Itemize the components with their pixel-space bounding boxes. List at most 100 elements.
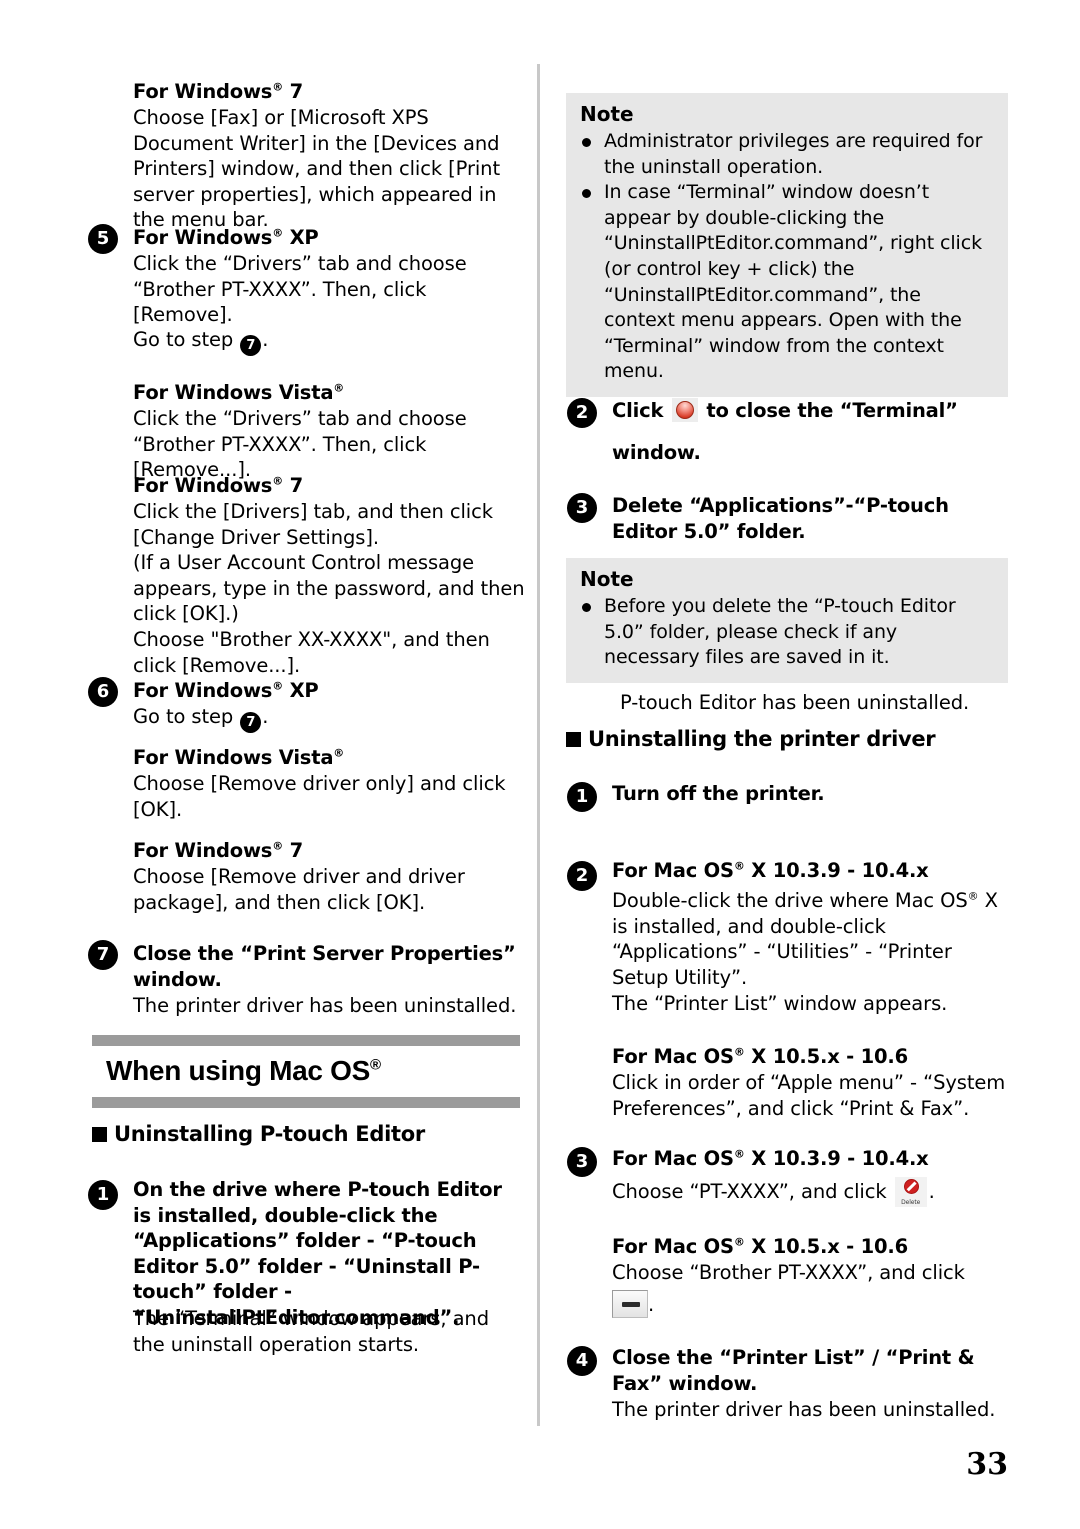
heading-step5-windows-vista: For Windows Vista® xyxy=(133,380,525,406)
heading-mac-step2-line2: window. xyxy=(612,441,701,464)
goto-period: . xyxy=(262,705,269,728)
registered-icon: ® xyxy=(733,859,745,873)
body-mac-step1: The “Terminal” window appears, and the u… xyxy=(133,1307,489,1356)
heading-step6-windows-xp: For Windows® XP xyxy=(133,678,525,704)
step-number-driver-3: 3 xyxy=(567,1147,597,1177)
body-driver-step3-mac-10-3: Choose “PT-XXXX”, and click Delete. xyxy=(612,1177,1008,1207)
step-number-driver-4: 4 xyxy=(567,1346,597,1376)
heading-text: For Windows xyxy=(133,80,273,103)
banner-bar-top xyxy=(92,1035,520,1046)
body-text-post: . xyxy=(928,1180,935,1203)
heading-driver-step3-mac-10-3: For Mac OS® X 10.3.9 - 10.4.x xyxy=(612,1146,1008,1172)
minus-button-icon[interactable] xyxy=(612,1290,648,1318)
manual-page: For Windows® 7 Choose [Fax] or [Microsof… xyxy=(0,0,1080,1529)
inline-step-reference-7: 7 xyxy=(240,712,262,733)
body-step6-windows-vista: Choose [Remove driver only] and click [O… xyxy=(133,772,506,821)
body-driver-step3-minus-line: . xyxy=(612,1290,1008,1318)
body-step5-windows-xp: Click the “Drivers” tab and choose “Brot… xyxy=(133,252,467,327)
ptouch-uninstalled-message: P-touch Editor has been uninstalled. xyxy=(620,691,970,714)
note-item-text: Before you delete the “P-touch Editor 5.… xyxy=(604,595,956,669)
heading-text-post: X 10.5.x - 10.6 xyxy=(744,1045,908,1068)
note-list-1: Administrator privileges are required fo… xyxy=(566,129,1008,397)
body-driver-step3-mac-10-5: Choose “Brother PT-XXXX”, and click xyxy=(612,1260,1008,1286)
mac-close-button-icon[interactable] xyxy=(671,398,698,422)
heading-driver-step3-mac-10-5: For Mac OS® X 10.5.x - 10.6 xyxy=(612,1234,1008,1260)
step2-text-mid: to close the “Terminal” xyxy=(699,399,958,422)
note-title: Note xyxy=(580,102,634,126)
bullet-dot-icon xyxy=(582,189,591,199)
registered-icon: ® xyxy=(733,1235,745,1249)
step-number-mac-1: 1 xyxy=(88,1180,118,1210)
body-step5-windows-vista: Click the “Drivers” tab and choose “Brot… xyxy=(133,407,467,482)
registered-icon: ® xyxy=(272,679,283,693)
step-number-mac-2: 2 xyxy=(567,398,597,428)
note-box-2: Note Before you delete the “P-touch Edit… xyxy=(566,558,1008,683)
section-heading-uninstalling-printer-driver: Uninstalling the printer driver xyxy=(566,726,1008,752)
heading-text: For Mac OS xyxy=(612,859,734,882)
body-text-pre: Choose “PT-XXXX”, and click xyxy=(612,1180,893,1203)
heading-text: For Windows xyxy=(133,679,273,702)
registered-icon: ® xyxy=(272,839,283,853)
section-heading-text: Uninstalling P-touch Editor xyxy=(114,1122,425,1146)
goto-step-7-from-step5: Go to step 7. xyxy=(133,327,525,356)
registered-icon: ® xyxy=(370,1056,381,1074)
heading-text-post: 7 xyxy=(283,80,304,103)
heading-step5-windows-7: For Windows® 7 xyxy=(133,473,525,499)
bullet-dot-icon xyxy=(582,603,591,612)
heading-driver-step4: Close the “Printer List” / “Print & Fax”… xyxy=(612,1346,975,1395)
section-heading-text: Uninstalling the printer driver xyxy=(588,727,936,751)
heading-step6-windows-7: For Windows® 7 xyxy=(133,838,525,864)
step-number-mac-3: 3 xyxy=(567,493,597,523)
heading-text-post: X 10.3.9 - 10.4.x xyxy=(744,1147,929,1170)
heading-driver-step2-mac-10-3: For Mac OS® X 10.3.9 - 10.4.x xyxy=(612,858,1008,884)
body-step7: The printer driver has been uninstalled. xyxy=(133,994,517,1017)
body-driver-step2-printer-list: The “Printer List” window appears. xyxy=(612,992,948,1015)
heading-text: For Windows xyxy=(133,839,273,862)
delete-toolbar-icon[interactable]: Delete xyxy=(894,1177,927,1207)
heading-text: For Windows Vista xyxy=(133,746,334,769)
body-for-windows-7-top: Choose [Fax] or [Microsoft XPS Document … xyxy=(133,106,500,232)
registered-icon: ® xyxy=(272,226,283,240)
heading-text: For Mac OS xyxy=(612,1147,734,1170)
note-item: In case “Terminal” window doesn’t appear… xyxy=(580,180,994,385)
square-bullet-icon xyxy=(92,1127,107,1142)
heading-text: For Mac OS xyxy=(612,1235,734,1258)
banner-bar-bottom xyxy=(92,1097,520,1108)
heading-text-post: XP xyxy=(283,679,319,702)
heading-text-post: X 10.3.9 - 10.4.x xyxy=(744,859,929,882)
note-item: Before you delete the “P-touch Editor 5.… xyxy=(580,594,994,671)
registered-icon: ® xyxy=(967,889,979,903)
banner-title-text: When using Mac OS xyxy=(106,1055,371,1086)
step-number-driver-2: 2 xyxy=(567,861,597,891)
bullet-dot-icon xyxy=(582,138,591,147)
heading-step6-windows-vista: For Windows Vista® xyxy=(133,745,525,771)
heading-text: For Windows Vista xyxy=(133,381,334,404)
note-title: Note xyxy=(580,567,634,591)
body-step6-windows-7: Choose [Remove driver and driver package… xyxy=(133,865,465,914)
goto-label: Go to step xyxy=(133,705,240,728)
body-text-post: . xyxy=(648,1293,655,1316)
heading-text: For Windows xyxy=(133,474,273,497)
body-step5-windows-7: Click the [Drivers] tab, and then click … xyxy=(133,500,525,677)
body-text-a: Double-click the drive where Mac OS xyxy=(612,889,968,912)
registered-icon: ® xyxy=(333,746,345,760)
page-number: 33 xyxy=(966,1447,1008,1482)
heading-driver-step1: Turn off the printer. xyxy=(612,782,825,805)
goto-step-7-from-step6: Go to step 7. xyxy=(133,704,525,733)
registered-icon: ® xyxy=(733,1147,745,1161)
heading-mac-step2: Click to close the “Terminal” xyxy=(612,398,1008,424)
banner-title-mac-os: When using Mac OS® xyxy=(92,1046,520,1097)
registered-icon: ® xyxy=(333,381,345,395)
square-bullet-icon xyxy=(566,732,581,747)
note-item: Administrator privileges are required fo… xyxy=(580,129,994,180)
inline-step-reference-7: 7 xyxy=(240,335,262,356)
heading-mac-step3: Delete “Applications”-“P-touch Editor 5.… xyxy=(612,494,949,543)
section-banner-mac-os: When using Mac OS® xyxy=(92,1035,520,1108)
registered-icon: ® xyxy=(733,1045,745,1059)
heading-step7: Close the “Print Server Properties” wind… xyxy=(133,942,516,991)
heading-text-post: XP xyxy=(283,226,319,249)
note-box-1: Note Administrator privileges are requir… xyxy=(566,93,1008,397)
heading-text-post: 7 xyxy=(283,839,304,862)
note-list-2: Before you delete the “P-touch Editor 5.… xyxy=(566,594,1008,683)
body-driver-step2-mac-10-5: Click in order of “Apple menu” - “System… xyxy=(612,1071,1006,1120)
